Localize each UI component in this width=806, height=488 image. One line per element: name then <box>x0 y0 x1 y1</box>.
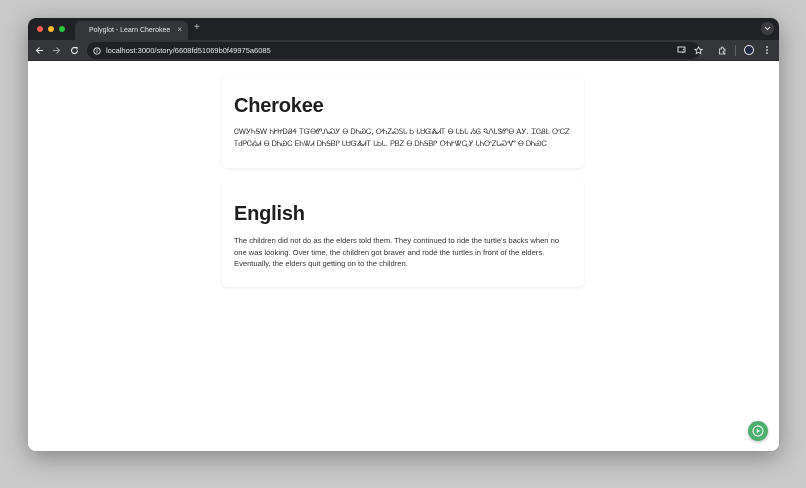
minimize-window-button[interactable] <box>48 26 54 32</box>
play-icon <box>752 425 764 437</box>
cherokee-text: ᏣᎳᎩᏂᎦᎳ ᏂᎨᏥᎠᏰᏎ ᎢᏳᎾᏛᏁᏍᎩ Ꮎ ᎠᏂᏯᏟ, ᎤᏂᏃᏍᏚᏓ Ꮟ Ꮣ… <box>234 127 570 148</box>
extensions-icon <box>718 46 725 54</box>
maximize-window-button[interactable] <box>59 26 65 32</box>
forward-button[interactable] <box>50 44 62 56</box>
active-tab[interactable]: Polyglot - Learn Cherokee × <box>75 21 188 40</box>
english-heading: English <box>234 203 305 225</box>
cherokee-heading: Cherokee <box>234 95 324 117</box>
tab-title: Polyglot - Learn Cherokee <box>89 27 171 34</box>
play-audio-button[interactable] <box>748 421 768 441</box>
browser-toolbar: localhost:3000/story/6608fd51069b0f49975… <box>28 40 779 61</box>
site-info-icon[interactable] <box>93 46 101 55</box>
bookmark-star-icon <box>693 45 703 55</box>
profile-button[interactable] <box>743 44 755 56</box>
profile-avatar <box>744 45 754 55</box>
url-text[interactable]: localhost:3000/story/6608fd51069b0f49975… <box>106 46 271 55</box>
chevron-down-icon <box>764 26 771 31</box>
reload-icon <box>70 46 78 54</box>
browser-window: Polyglot - Learn Cherokee × + localhost:… <box>28 18 779 451</box>
close-window-button[interactable] <box>37 26 43 32</box>
address-bar[interactable]: localhost:3000/story/6608fd51069b0f49975… <box>87 42 700 59</box>
more-menu-button[interactable] <box>761 44 773 56</box>
tab-close-icon[interactable]: × <box>177 25 182 35</box>
cherokee-card: Cherokee ᏣᎳᎩᏂᎦᎳ ᏂᎨᏥᎠᏰᏎ ᎢᏳᎾᏛᏁᏍᎩ Ꮎ ᎠᏂᏯᏟ, Ꭴ… <box>222 75 584 168</box>
bookmark-button[interactable] <box>692 44 704 56</box>
extensions-button[interactable] <box>716 44 728 56</box>
toolbar-divider <box>735 45 736 56</box>
cast-button[interactable] <box>675 44 687 56</box>
cast-icon <box>677 46 685 53</box>
tab-search-button[interactable] <box>761 22 774 35</box>
back-button[interactable] <box>33 44 45 56</box>
reload-button[interactable] <box>68 44 80 56</box>
english-text: The children did not do as the elders to… <box>234 236 560 268</box>
back-icon <box>35 46 43 54</box>
english-card: English The children did not do as the e… <box>222 181 584 287</box>
window-controls <box>37 26 65 32</box>
more-menu-icon <box>766 46 768 54</box>
forward-icon <box>52 46 60 54</box>
new-tab-button[interactable]: + <box>194 22 200 34</box>
tab-bar: Polyglot - Learn Cherokee × + <box>28 18 779 40</box>
page-content: Cherokee ᏣᎳᎩᏂᎦᎳ ᏂᎨᏥᎠᏰᏎ ᎢᏳᎾᏛᏁᏍᎩ Ꮎ ᎠᏂᏯᏟ, Ꭴ… <box>28 61 779 451</box>
